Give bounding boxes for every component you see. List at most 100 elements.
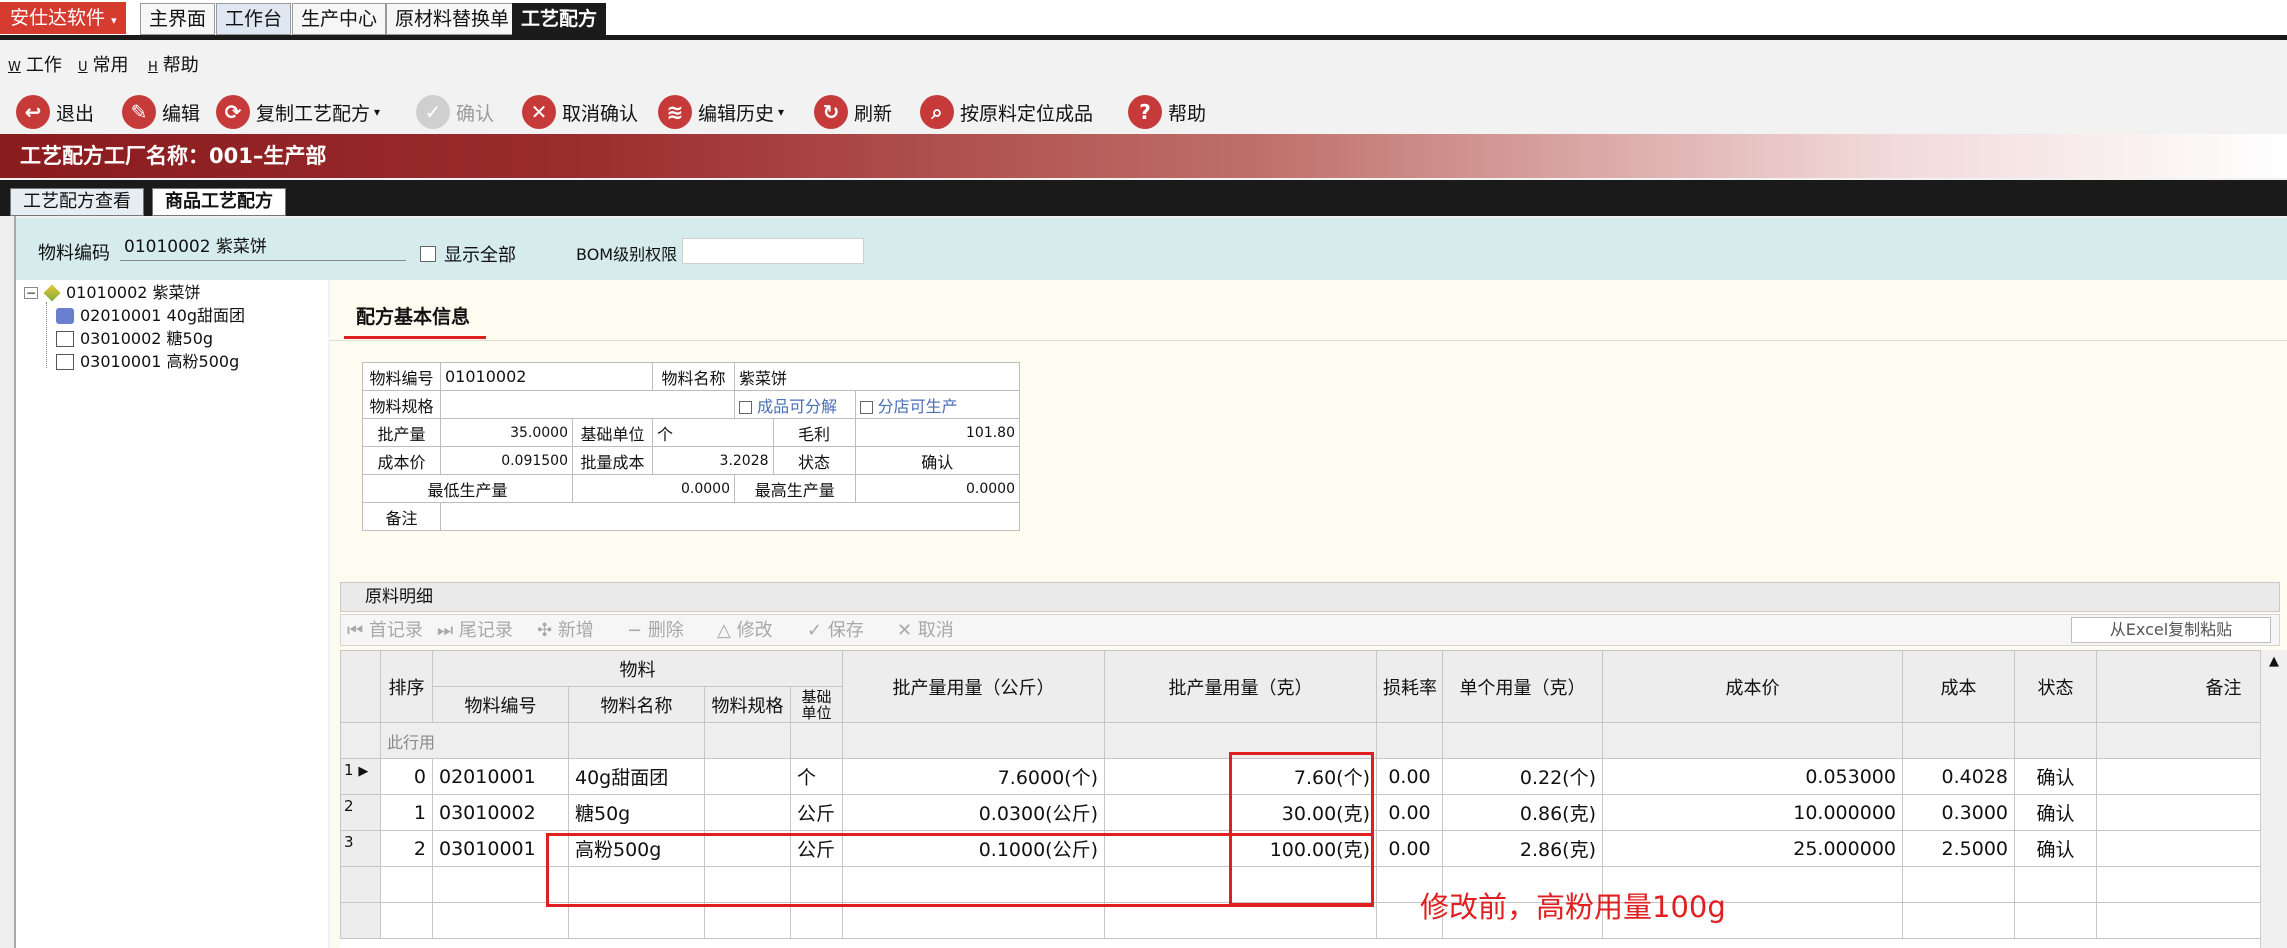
confirm-button[interactable]: ✓ 确认: [416, 92, 494, 132]
col-qty-g[interactable]: 批产量用量（克）: [1104, 650, 1377, 723]
tab-workbench[interactable]: 工作台: [216, 3, 292, 35]
col-spec[interactable]: 物料规格: [704, 686, 791, 723]
cell-loss[interactable]: 0.00: [1376, 794, 1443, 831]
exit-button[interactable]: ↩ 退出: [16, 92, 94, 132]
row-number[interactable]: 3: [340, 830, 381, 867]
cell-cost[interactable]: 0.4028: [1902, 758, 2015, 795]
locate-by-material-button[interactable]: ⌕ 按原料定位成品: [920, 92, 1093, 132]
decomposable-option[interactable]: 成品可分解: [734, 390, 856, 419]
cell-status[interactable]: 确认: [2014, 830, 2097, 867]
cancel-button[interactable]: ✕ 取消: [897, 619, 954, 643]
collapse-icon[interactable]: −: [24, 287, 38, 299]
col-unit[interactable]: 基础单位: [790, 686, 843, 723]
item-name-value[interactable]: 紫菜饼: [734, 362, 1020, 391]
copy-formula-button[interactable]: ⟳ 复制工艺配方 ▾: [216, 92, 380, 132]
tree-node[interactable]: 03010002 糖50g: [56, 328, 213, 350]
base-unit-value[interactable]: 个: [652, 418, 774, 447]
cell-unit[interactable]: 个: [790, 758, 843, 795]
col-remark[interactable]: 备注: [2096, 650, 2260, 723]
tab-production-center[interactable]: 生产中心: [292, 3, 387, 35]
tab-formula-view[interactable]: 工艺配方查看: [10, 188, 144, 216]
cell-code[interactable]: 03010002: [432, 794, 569, 831]
menu-help[interactable]: H 帮助: [148, 54, 199, 78]
gross-value[interactable]: 101.80: [854, 418, 1021, 447]
remark-value[interactable]: [440, 502, 1020, 531]
batch-qty-value[interactable]: 35.0000: [440, 418, 573, 447]
tab-main[interactable]: 主界面: [140, 3, 216, 35]
cell-spec[interactable]: [704, 758, 791, 795]
scroll-up-icon[interactable]: ▲: [2261, 650, 2287, 669]
cell-qty-kg[interactable]: 0.0300(公斤): [842, 794, 1105, 831]
help-button[interactable]: ? 帮助: [1128, 92, 1206, 132]
tree-root[interactable]: − 01010002 紫菜饼: [24, 282, 201, 304]
cell-qty-kg[interactable]: 7.6000(个): [842, 758, 1105, 795]
cell-name[interactable]: 糖50g: [568, 794, 705, 831]
menu-common[interactable]: U 常用: [78, 54, 129, 78]
cell-seq[interactable]: 2: [380, 830, 433, 867]
cell-seq[interactable]: 0: [380, 758, 433, 795]
tab-material-replace[interactable]: 原材料替换单: [386, 3, 519, 35]
spec-value[interactable]: [440, 390, 735, 419]
last-record-button[interactable]: ⏭ 尾记录: [437, 619, 513, 643]
max-qty-value[interactable]: 0.0000: [854, 474, 1021, 503]
cell-loss[interactable]: 0.00: [1376, 830, 1443, 867]
tree-node[interactable]: 03010001 高粉500g: [56, 351, 239, 373]
cell-remark[interactable]: [2096, 794, 2260, 831]
cell-spec[interactable]: [704, 794, 791, 831]
batch-cost-value[interactable]: 3.2028: [652, 446, 774, 475]
col-qty-kg[interactable]: 批产量用量（公斤）: [842, 650, 1105, 723]
col-code[interactable]: 物料编号: [432, 686, 569, 723]
col-unit-use[interactable]: 单个用量（克）: [1442, 650, 1603, 723]
col-cost-price[interactable]: 成本价: [1602, 650, 1903, 723]
cell-loss[interactable]: 0.00: [1376, 758, 1443, 795]
min-qty-value[interactable]: 0.0000: [572, 474, 735, 503]
cell-code[interactable]: 02010001: [432, 758, 569, 795]
tab-process-formula[interactable]: 工艺配方: [512, 3, 607, 35]
excel-paste-button[interactable]: 从Excel复制粘贴: [2071, 617, 2271, 643]
refresh-button[interactable]: ↻ 刷新: [814, 92, 892, 132]
cell-unit-use[interactable]: 0.22(个): [1442, 758, 1603, 795]
material-code-field[interactable]: 01010002 紫菜饼: [120, 235, 406, 261]
decomposable-checkbox[interactable]: [739, 400, 752, 414]
cost-price-value[interactable]: 0.091500: [440, 446, 573, 475]
cancel-confirm-button[interactable]: ✕ 取消确认: [522, 92, 638, 132]
row-number[interactable]: 1 ▶: [340, 758, 381, 795]
menu-work[interactable]: W 工作: [8, 54, 62, 78]
show-all-checkbox[interactable]: [420, 246, 436, 262]
row-number[interactable]: 2: [340, 794, 381, 831]
cell-remark[interactable]: [2096, 758, 2260, 795]
cell-status[interactable]: 确认: [2014, 758, 2097, 795]
edit-button[interactable]: ✎ 编辑: [122, 92, 200, 132]
cell-cost-price[interactable]: 25.000000: [1602, 830, 1903, 867]
brand-menu[interactable]: 安仕达软件 ▾: [0, 2, 126, 34]
first-record-button[interactable]: ⏮ 首记录: [347, 619, 423, 643]
branch-produce-option[interactable]: 分店可生产: [854, 390, 1021, 419]
cell-unit-use[interactable]: 0.86(克): [1442, 794, 1603, 831]
item-code-value[interactable]: 01010002: [440, 362, 653, 391]
tab-product-formula[interactable]: 商品工艺配方: [152, 188, 286, 216]
add-button[interactable]: ✣ 新增: [537, 619, 594, 643]
cell-name[interactable]: 40g甜面团: [568, 758, 705, 795]
col-cost[interactable]: 成本: [1902, 650, 2015, 723]
col-name[interactable]: 物料名称: [568, 686, 705, 723]
col-loss[interactable]: 损耗率: [1376, 650, 1443, 723]
cell-cost-price[interactable]: 10.000000: [1602, 794, 1903, 831]
tree-node[interactable]: 02010001 40g甜面团: [56, 305, 245, 327]
branch-produce-checkbox[interactable]: [859, 400, 873, 414]
delete-button[interactable]: − 删除: [627, 619, 684, 643]
cell-unit[interactable]: 公斤: [790, 794, 843, 831]
modify-button[interactable]: △ 修改: [717, 619, 773, 643]
save-button[interactable]: ✓ 保存: [807, 619, 864, 643]
edit-history-button[interactable]: ≋ 编辑历史 ▾: [658, 92, 784, 132]
cell-cost[interactable]: 2.5000: [1902, 830, 2015, 867]
cell-status[interactable]: 确认: [2014, 794, 2097, 831]
col-seq[interactable]: 排序: [380, 650, 433, 723]
cell-unit-use[interactable]: 2.86(克): [1442, 830, 1603, 867]
col-status[interactable]: 状态: [2014, 650, 2097, 723]
cell-seq[interactable]: 1: [380, 794, 433, 831]
bom-level-field[interactable]: [682, 238, 864, 264]
cell-remark[interactable]: [2096, 830, 2260, 867]
vertical-scrollbar[interactable]: ▲: [2260, 650, 2287, 948]
cell-cost-price[interactable]: 0.053000: [1602, 758, 1903, 795]
cell-cost[interactable]: 0.3000: [1902, 794, 2015, 831]
